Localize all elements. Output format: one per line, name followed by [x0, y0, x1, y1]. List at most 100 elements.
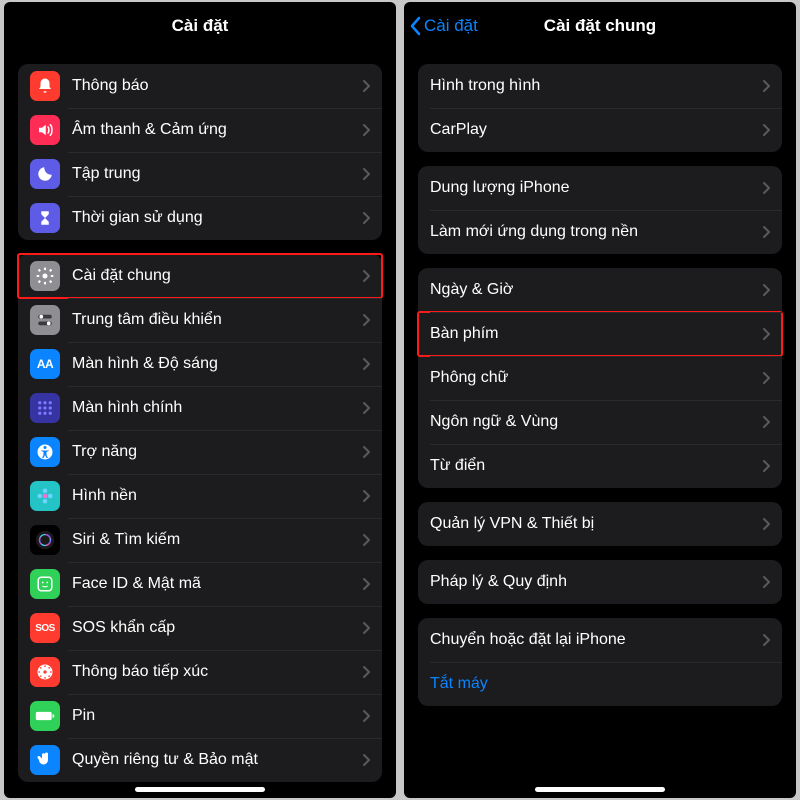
flower-icon: [30, 481, 60, 511]
row-ca-i-a-t-chung[interactable]: Cài đặt chung: [18, 254, 382, 298]
group-input: Ngày & Giờ Bàn phím Phông chữ Ngôn ngữ & Vù…: [418, 268, 782, 488]
row-label: Siri & Tìm kiếm: [72, 531, 362, 549]
chevron-right-icon: [362, 709, 370, 723]
row-label: CarPlay: [430, 121, 762, 139]
group-legal: Pháp lý & Quy định: [418, 560, 782, 604]
hourglass-icon: [30, 203, 60, 233]
row-tho-ng-ba-o-tie-p-xu-c[interactable]: Thông báo tiếp xúc: [18, 650, 382, 694]
settings-screen: Cài đặt Thông báo Âm thanh & Cảm ứng Tập t…: [4, 2, 396, 798]
row-label: Tắt máy: [430, 675, 770, 693]
chevron-right-icon: [762, 575, 770, 589]
settings-list[interactable]: Thông báo Âm thanh & Cảm ứng Tập trung Thời…: [4, 50, 396, 798]
row-label: Face ID & Mật mã: [72, 575, 362, 593]
chevron-right-icon: [362, 753, 370, 767]
gear-icon: [30, 261, 60, 291]
row-a-m-thanh-ca-m-u-ng[interactable]: Âm thanh & Cảm ứng: [18, 108, 382, 152]
row-tro-na-ng[interactable]: Trợ năng: [18, 430, 382, 474]
row-label: Làm mới ứng dụng trong nền: [430, 223, 762, 241]
row-label: Trợ năng: [72, 443, 362, 461]
row-siri-ti-m-kie-m[interactable]: Siri & Tìm kiếm: [18, 518, 382, 562]
chevron-right-icon: [762, 225, 770, 239]
row-label: Tập trung: [72, 165, 362, 183]
chevron-right-icon: [362, 313, 370, 327]
chevron-right-icon: [362, 211, 370, 225]
chevron-right-icon: [762, 123, 770, 137]
group-reset: Chuyển hoặc đặt lại iPhone Tắt máy: [418, 618, 782, 706]
hand-icon: [30, 745, 60, 775]
row-face-id-ma-t-ma-[interactable]: Face ID & Mật mã: [18, 562, 382, 606]
group-vpn: Quản lý VPN & Thiết bị: [418, 502, 782, 546]
row-pin[interactable]: Pin: [18, 694, 382, 738]
page-title: Cài đặt chung: [544, 16, 656, 36]
row-chuye-n-hoa-c-a-t-la-i-iphone[interactable]: Chuyển hoặc đặt lại iPhone: [418, 618, 782, 662]
row-la-m-mo-i-u-ng-du-ng-trong-ne-n[interactable]: Làm mới ứng dụng trong nền: [418, 210, 782, 254]
chevron-right-icon: [762, 459, 770, 473]
navbar: Cài đặt: [4, 2, 396, 50]
row-nga-y-gio-[interactable]: Ngày & Giờ: [418, 268, 782, 312]
row-pho-ng-chu-[interactable]: Phông chữ: [418, 356, 782, 400]
chevron-right-icon: [762, 79, 770, 93]
chevron-right-icon: [362, 167, 370, 181]
row-pha-p-ly-quy-i-nh[interactable]: Pháp lý & Quy định: [418, 560, 782, 604]
row-tho-ng-ba-o[interactable]: Thông báo: [18, 64, 382, 108]
row-sos-kha-n-ca-p[interactable]: SOSSOS khẩn cấp: [18, 606, 382, 650]
row-label: Quản lý VPN & Thiết bị: [430, 515, 762, 533]
row-label: Cài đặt chung: [72, 267, 362, 285]
face-icon: [30, 569, 60, 599]
chevron-right-icon: [762, 371, 770, 385]
row-carplay[interactable]: CarPlay: [418, 108, 782, 152]
home-indicator[interactable]: [535, 787, 665, 792]
navbar: Cài đặt Cài đặt chung: [404, 2, 796, 50]
general-list[interactable]: Hình trong hình CarPlay Dung lượng iPhone…: [404, 50, 796, 798]
chevron-right-icon: [762, 181, 770, 195]
row-tho-i-gian-su-du-ng[interactable]: Thời gian sử dụng: [18, 196, 382, 240]
row-label: Thông báo: [72, 77, 362, 95]
battery-icon: [30, 701, 60, 731]
back-button[interactable]: Cài đặt: [410, 2, 478, 50]
row-trung-ta-m-ie-u-khie-n[interactable]: Trung tâm điều khiển: [18, 298, 382, 342]
row-label: Trung tâm điều khiển: [72, 311, 362, 329]
grid-icon: [30, 393, 60, 423]
row-label: Thời gian sử dụng: [72, 209, 362, 227]
row-label: Quyền riêng tư & Bảo mật: [72, 751, 362, 769]
row-ma-n-hi-nh-chi-nh[interactable]: Màn hình chính: [18, 386, 382, 430]
row-dung-lu-o-ng-iphone[interactable]: Dung lượng iPhone: [418, 166, 782, 210]
chevron-right-icon: [362, 357, 370, 371]
row-label: Bàn phím: [430, 325, 762, 343]
row-label: Ngôn ngữ & Vùng: [430, 413, 762, 431]
row-quye-n-rie-ng-tu-ba-o-ma-t[interactable]: Quyền riêng tư & Bảo mật: [18, 738, 382, 782]
chevron-right-icon: [762, 415, 770, 429]
bell-icon: [30, 71, 60, 101]
row-label: Thông báo tiếp xúc: [72, 663, 362, 681]
row-ngo-n-ngu-vu-ng[interactable]: Ngôn ngữ & Vùng: [418, 400, 782, 444]
group-video: Hình trong hình CarPlay: [418, 64, 782, 152]
chevron-right-icon: [362, 123, 370, 137]
chevron-right-icon: [362, 489, 370, 503]
moon-icon: [30, 159, 60, 189]
row-label: Hình nền: [72, 487, 362, 505]
chevron-right-icon: [362, 445, 370, 459]
row-hi-nh-ne-n[interactable]: Hình nền: [18, 474, 382, 518]
chevron-right-icon: [762, 283, 770, 297]
row-qua-n-ly-vpn-thie-t-bi-[interactable]: Quản lý VPN & Thiết bị: [418, 502, 782, 546]
row-tu-ie-n[interactable]: Từ điển: [418, 444, 782, 488]
row-label: Pin: [72, 707, 362, 725]
row-label: Âm thanh & Cảm ứng: [72, 121, 362, 139]
row-label: Phông chữ: [430, 369, 762, 387]
row-hi-nh-trong-hi-nh[interactable]: Hình trong hình: [418, 64, 782, 108]
row-label: Màn hình & Độ sáng: [72, 355, 362, 373]
row-ma-n-hi-nh-o-sa-ng[interactable]: AAMàn hình & Độ sáng: [18, 342, 382, 386]
back-label: Cài đặt: [424, 16, 478, 36]
row-label: Ngày & Giờ: [430, 281, 762, 299]
home-indicator[interactable]: [135, 787, 265, 792]
chevron-right-icon: [362, 665, 370, 679]
row-ta-t-ma-y[interactable]: Tắt máy: [418, 662, 782, 706]
page-title: Cài đặt: [172, 16, 229, 36]
chevron-left-icon: [410, 16, 422, 36]
row-label: Màn hình chính: [72, 399, 362, 417]
general-settings-screen: Cài đặt Cài đặt chung Hình trong hình Car…: [404, 2, 796, 798]
row-ba-n-phi-m[interactable]: Bàn phím: [418, 312, 782, 356]
siri-icon: [30, 525, 60, 555]
row-ta-p-trung[interactable]: Tập trung: [18, 152, 382, 196]
group-notifications: Thông báo Âm thanh & Cảm ứng Tập trung Thời…: [18, 64, 382, 240]
